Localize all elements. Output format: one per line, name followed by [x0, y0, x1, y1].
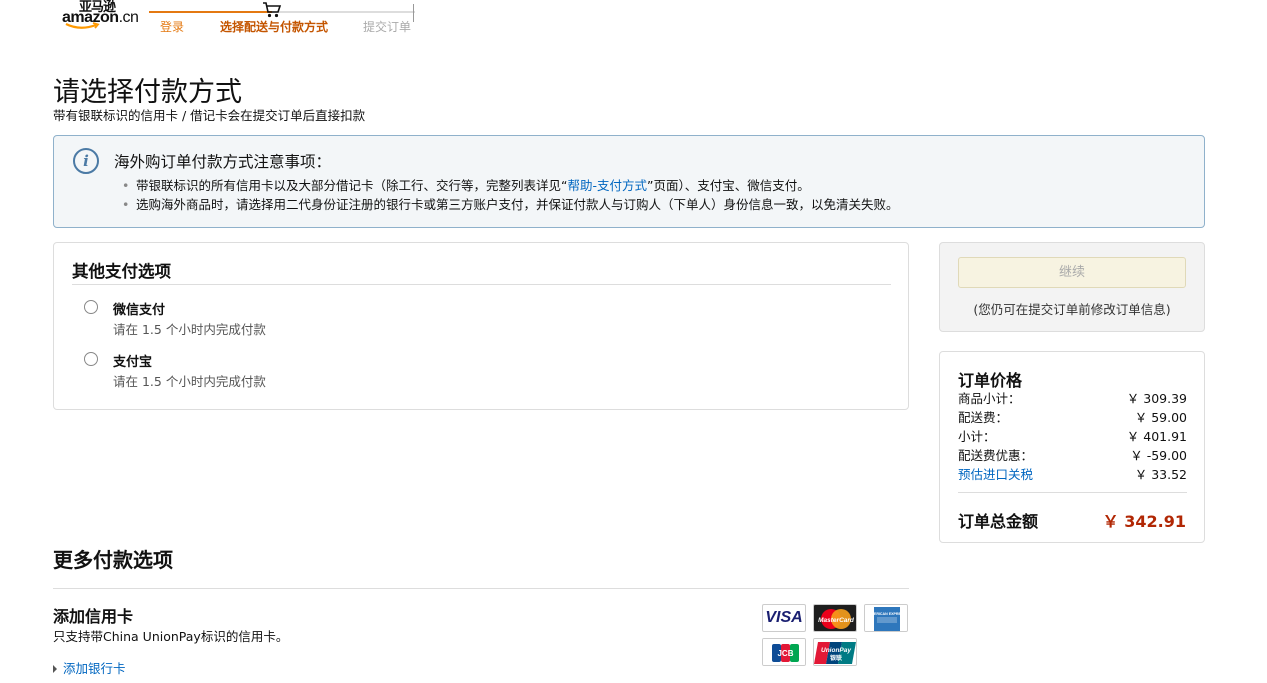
order-row-subtotal: 小计： ￥ 401.91: [958, 429, 1187, 444]
add-bank-card-link[interactable]: 添加银行卡: [53, 658, 126, 677]
overseas-payment-notice: i 海外购订单付款方式注意事项： 带银联标识的所有信用卡以及大部分借记卡（除工行…: [53, 135, 1205, 228]
divider: [72, 284, 891, 285]
order-row-import-duty: 预估进口关税 ￥ 33.52: [958, 464, 1187, 483]
order-row-shipping-discount: 配送费优惠： ￥ -59.00: [958, 448, 1187, 463]
divider: [958, 492, 1187, 493]
add-credit-card-title: 添加信用卡: [53, 607, 134, 626]
amazon-cn-logo[interactable]: 亚马逊 amazon.cn: [62, 0, 142, 34]
notice-title: 海外购订单付款方式注意事项：: [114, 153, 332, 171]
page-title: 请选择付款方式: [53, 77, 242, 108]
svg-text:银联: 银联: [830, 654, 842, 662]
svg-text:AMERICAN EXPRESS: AMERICAN EXPRESS: [868, 612, 906, 616]
step-submit-order: 提交订单: [363, 20, 412, 34]
order-total-label: 订单总金额: [958, 512, 1039, 531]
divider: [53, 588, 909, 589]
continue-button[interactable]: 继续: [958, 257, 1186, 288]
amex-icon: AMERICAN EXPRESS: [864, 604, 908, 632]
notice-item: 选购海外商品时，请选择用二代身份证注册的银行卡或第三方账户支付，并保证付款人与订…: [122, 195, 899, 214]
svg-text:JCB: JCB: [777, 649, 793, 658]
option-name: 支付宝: [113, 355, 153, 370]
svg-text:MasterCard: MasterCard: [818, 617, 855, 624]
order-summary: 订单价格 商品小计： ￥ 309.39 配送费： ￥ 59.00 小计： ￥ 4…: [939, 351, 1205, 543]
continue-panel: 继续 (您仍可在提交订单前修改订单信息): [939, 242, 1205, 332]
notice-list: 带银联标识的所有信用卡以及大部分借记卡（除工行、交行等，完整列表详见“帮助-支付…: [122, 176, 899, 214]
option-desc: 请在 1.5 个小时内完成付款: [113, 374, 266, 389]
cart-icon: [263, 2, 282, 18]
mastercard-icon: MasterCard: [813, 604, 857, 632]
notice-item: 带银联标识的所有信用卡以及大部分借记卡（除工行、交行等，完整列表详见“帮助-支付…: [122, 176, 899, 195]
alipay-radio[interactable]: [84, 352, 98, 366]
svg-text:UnionPay: UnionPay: [821, 647, 851, 654]
other-payment-title: 其他支付选项: [72, 262, 171, 281]
checkout-progress-fill: [149, 11, 272, 13]
payment-option-alipay[interactable]: 支付宝 请在 1.5 个小时内完成付款: [84, 347, 384, 389]
info-icon: i: [73, 148, 99, 174]
order-total-value: ￥ 342.91: [1102, 512, 1186, 531]
smile-arrow-icon: [65, 22, 100, 29]
page-subtitle: 带有银联标识的信用卡 / 借记卡会在提交订单后直接扣款: [53, 108, 366, 123]
step-login[interactable]: 登录: [160, 18, 184, 35]
option-name: 微信支付: [113, 303, 166, 318]
wechat-pay-radio[interactable]: [84, 300, 98, 314]
order-row-shipping: 配送费： ￥ 59.00: [958, 410, 1187, 425]
jcb-icon: JCB: [762, 638, 806, 666]
payment-option-wechat[interactable]: 微信支付 请在 1.5 个小时内完成付款: [84, 295, 384, 337]
option-desc: 请在 1.5 个小时内完成付款: [113, 322, 266, 337]
visa-icon: VISA: [762, 604, 806, 632]
add-credit-card-desc: 只支持带China UnionPay标识的信用卡。: [53, 629, 289, 644]
caret-right-icon: [53, 664, 57, 673]
unionpay-icon: UnionPay 银联: [813, 638, 857, 666]
step-shipping-payment: 选择配送与付款方式: [220, 20, 329, 34]
order-row-item-subtotal: 商品小计： ￥ 309.39: [958, 391, 1187, 406]
import-duty-link[interactable]: 预估进口关税: [958, 464, 1033, 483]
checkout-progress-end-marker: [413, 4, 414, 22]
help-payment-methods-link[interactable]: 帮助-支付方式: [567, 178, 647, 193]
more-payment-title: 更多付款选项: [53, 548, 173, 572]
continue-note: (您仍可在提交订单前修改订单信息): [973, 302, 1171, 317]
other-payment-options: 其他支付选项 微信支付 请在 1.5 个小时内完成付款 支付宝 请在 1.5 个…: [53, 242, 909, 410]
